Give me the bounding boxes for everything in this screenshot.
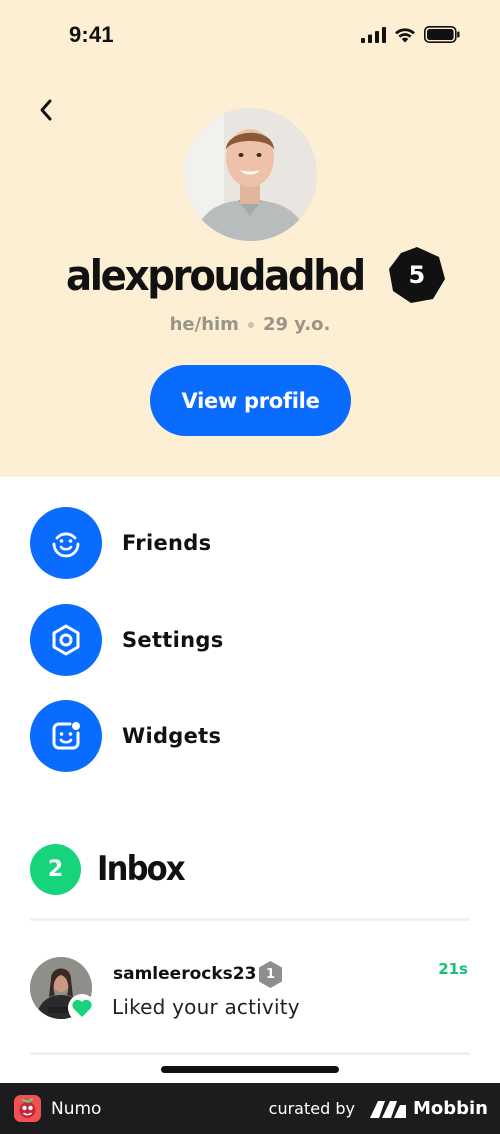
divider	[30, 1052, 470, 1055]
inbox-count-badge: 2	[30, 843, 81, 895]
status-icons	[361, 26, 460, 43]
mobbin-logo: Mobbin	[369, 1098, 488, 1119]
inbox-header: 2 Inbox	[30, 843, 193, 895]
menu-item-settings[interactable]: Settings	[30, 604, 470, 676]
menu-item-widgets[interactable]: Widgets	[30, 700, 470, 772]
profile-name-row: alexproudadhd 5	[0, 240, 500, 310]
profile-pronouns: he/him	[169, 314, 239, 335]
mobbin-brand: Mobbin	[412, 1098, 488, 1119]
profile-meta: he/him 29 y.o.	[0, 314, 500, 335]
app-name: Numo	[51, 1098, 102, 1119]
inbox-item-message: Liked your activity	[112, 995, 300, 1019]
divider	[30, 918, 470, 921]
mobbin-logo-icon	[369, 1100, 406, 1118]
profile-username: alexproudadhd	[66, 250, 366, 300]
level-badge-value: 1	[265, 967, 276, 982]
status-time: 9:41	[69, 22, 114, 47]
menu-item-label: Widgets	[122, 724, 222, 748]
widget-face-icon	[30, 700, 102, 772]
home-indicator[interactable]	[161, 1066, 339, 1073]
signal-icon	[361, 26, 386, 43]
battery-icon	[424, 26, 460, 43]
level-badge-value: 5	[408, 261, 426, 289]
inbox-item-time: 21s	[438, 960, 468, 978]
heart-icon	[68, 994, 96, 1022]
status-bar: 9:41	[0, 0, 500, 74]
profile-avatar	[184, 108, 317, 241]
inbox-title: Inbox	[97, 849, 186, 889]
level-badge: 5	[387, 245, 447, 305]
menu-item-label: Settings	[122, 628, 224, 652]
chevron-left-icon	[40, 99, 52, 121]
inbox-item-username: samleerocks23	[113, 964, 257, 984]
inbox-item[interactable]: samleerocks23 1 Liked your activity 21s	[30, 950, 470, 1028]
curated-by-label: curated by	[268, 1099, 355, 1118]
wifi-icon	[395, 27, 415, 42]
level-badge: 1	[256, 960, 285, 989]
profile-age: 29 y.o.	[262, 314, 331, 335]
numo-app-icon	[14, 1095, 41, 1122]
smiley-icon	[30, 507, 102, 579]
menu-item-friends[interactable]: Friends	[30, 507, 470, 579]
gear-icon	[30, 604, 102, 676]
separator-dot	[247, 322, 254, 328]
attribution-footer: Numo curated by Mobbin	[0, 1083, 500, 1134]
back-button[interactable]	[32, 96, 60, 124]
view-profile-button[interactable]: View profile	[150, 365, 351, 436]
menu-item-label: Friends	[122, 531, 212, 555]
